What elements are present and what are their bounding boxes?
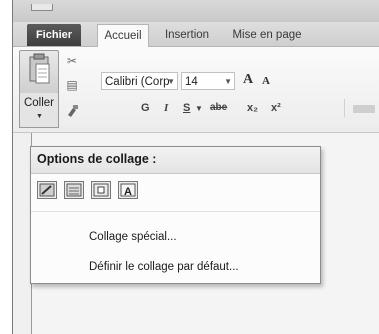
chevron-down-icon: ▼: [167, 77, 175, 86]
divider: [344, 99, 345, 117]
divider: [31, 211, 320, 212]
cut-icon[interactable]: ✂: [64, 53, 80, 69]
underline-button[interactable]: S: [183, 102, 190, 114]
quick-access-toolbar[interactable]: [31, 4, 53, 11]
paste-options-menu: Options de collage : A Collage spécial..…: [30, 146, 321, 284]
chevron-down-icon[interactable]: ▼: [195, 104, 203, 113]
keep-source-formatting-icon[interactable]: [37, 181, 57, 199]
font-name-select[interactable]: Calibri (Corp ▼: [101, 72, 178, 90]
clipboard-icon: [29, 53, 50, 84]
clear-format-icon[interactable]: [353, 105, 375, 113]
strikethrough-button[interactable]: abe: [210, 102, 227, 113]
ribbon-tab-bar: Fichier Accueil Insertion Mise en page: [13, 22, 379, 48]
tab-insertion[interactable]: Insertion: [157, 25, 217, 46]
tab-accueil[interactable]: Accueil: [97, 24, 149, 48]
italic-button[interactable]: I: [164, 102, 168, 114]
chevron-down-icon: ▼: [224, 77, 232, 86]
set-default-paste-item[interactable]: Définir le collage par défaut...: [89, 261, 239, 273]
paste-dropdown[interactable]: Coller ▼: [19, 93, 59, 128]
subscript-button[interactable]: x₂: [247, 102, 258, 114]
svg-text:A: A: [124, 186, 132, 198]
font-size-select[interactable]: 14 ▼: [181, 72, 235, 90]
bold-button[interactable]: G: [141, 102, 150, 114]
format-painter-icon[interactable]: [64, 103, 80, 119]
copy-icon[interactable]: ▤: [64, 77, 80, 93]
merge-formatting-icon[interactable]: [64, 181, 84, 199]
keep-text-only-icon[interactable]: A: [118, 181, 138, 199]
grow-font-button[interactable]: A: [243, 72, 253, 88]
chevron-down-icon: ▼: [36, 113, 43, 120]
paste-label: Coller: [23, 97, 55, 109]
tab-fichier[interactable]: Fichier: [27, 24, 81, 46]
font-name-value: Calibri (Corp: [105, 76, 170, 88]
ribbon-home: Coller ▼ ✂ ▤ Calibri (Corp ▼ 14 ▼ A A G …: [13, 47, 379, 133]
font-size-value: 14: [185, 76, 198, 88]
word-window: Fichier Accueil Insertion Mise en page C…: [12, 0, 379, 334]
title-strip: [13, 0, 379, 22]
paste-special-item[interactable]: Collage spécial...: [89, 231, 177, 243]
paste-options-header: Options de collage :: [31, 147, 320, 174]
paste-picture-icon[interactable]: [91, 181, 111, 199]
superscript-button[interactable]: x²: [271, 102, 281, 114]
paste-button[interactable]: [19, 50, 59, 94]
shrink-font-button[interactable]: A: [262, 75, 270, 87]
tab-mise-en-page[interactable]: Mise en page: [227, 25, 307, 46]
